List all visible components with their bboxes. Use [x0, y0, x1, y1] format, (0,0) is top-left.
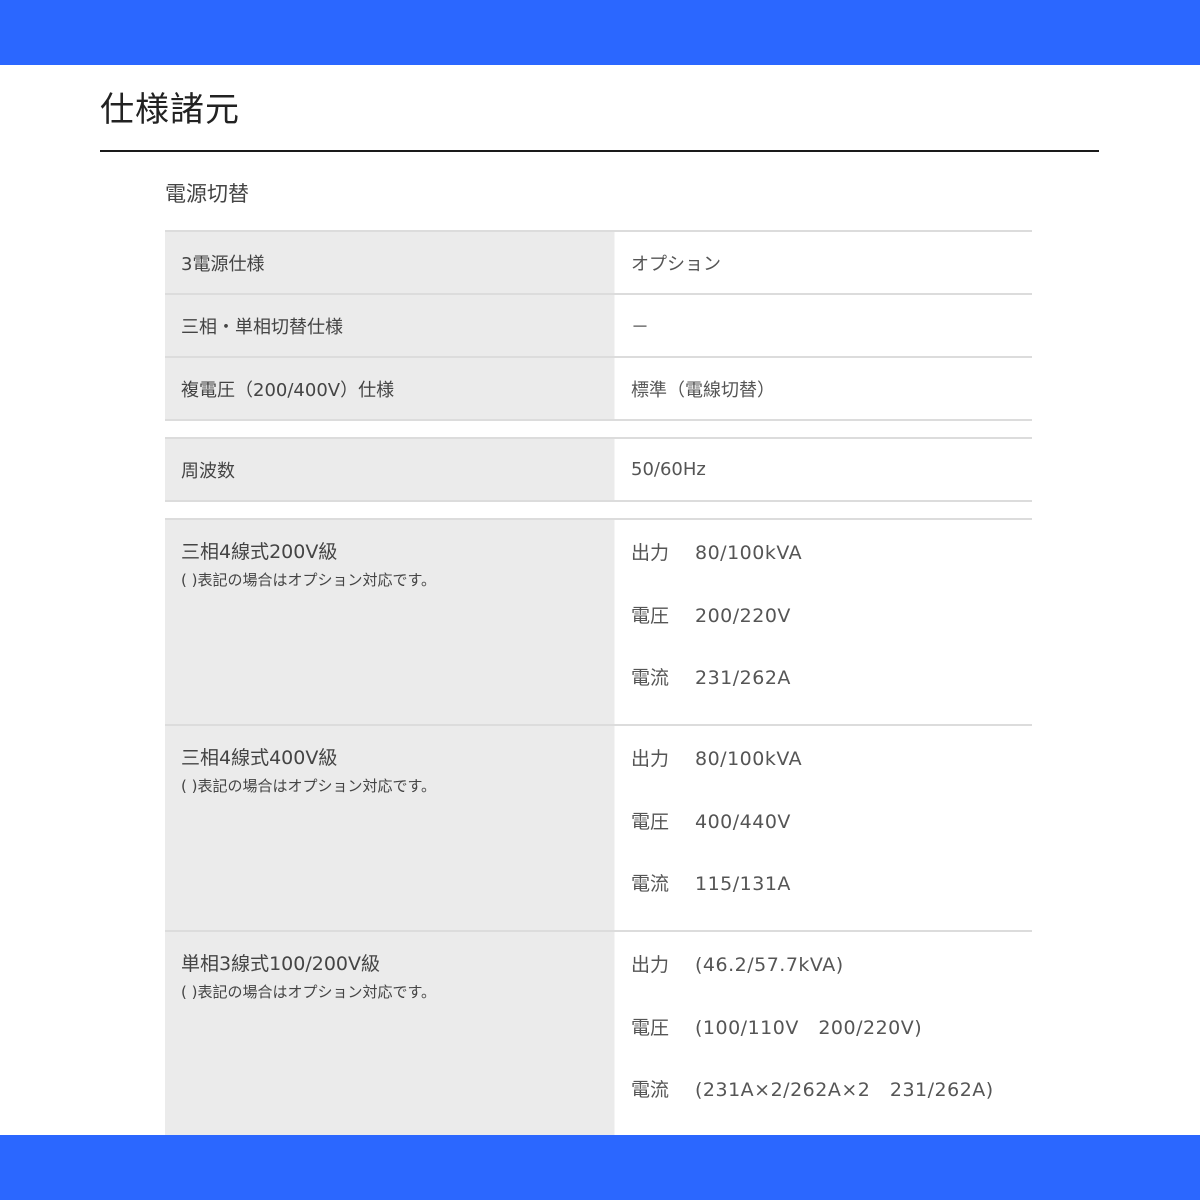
- spec-label-cell: 三相4線式400V級 ( )表記の場合はオプション対応です。: [165, 724, 615, 943]
- output-line: 出力 80/100kVA: [631, 537, 1032, 600]
- title-divider: [100, 150, 1099, 152]
- switching-spec-table: 3電源仕様 オプション 三相・単相切替仕様 － 複電圧（200/400V）仕様 …: [165, 230, 1032, 421]
- spec-label: 周波数: [165, 437, 615, 502]
- table-row: 単相3線式100/200V級 ( )表記の場合はオプション対応です。 出力 (46…: [165, 930, 1032, 1149]
- current-line: 電流 231/262A: [631, 662, 1032, 725]
- line-value: (100/110V 200/220V): [695, 1016, 923, 1039]
- spec-value-cell: 出力 80/100kVA 電圧 400/440V 電流 115/131A: [614, 724, 1032, 943]
- option-note: ( )表記の場合はオプション対応です。: [181, 777, 436, 795]
- line-label: 電流: [631, 667, 670, 689]
- voltage-line: 電圧 400/440V: [631, 806, 1032, 869]
- spec-value: －: [614, 293, 1032, 358]
- line-label: 電流: [631, 873, 670, 895]
- output-line: 出力 80/100kVA: [631, 743, 1032, 806]
- table-row: 三相4線式400V級 ( )表記の場合はオプション対応です。 出力 80/100k…: [165, 724, 1032, 943]
- line-value: 231/262A: [695, 667, 791, 689]
- frequency-table: 周波数 50/60Hz: [165, 437, 1032, 502]
- spec-value-cell: 出力 80/100kVA 電圧 200/220V 電流 231/262A: [614, 518, 1032, 737]
- spec-label-cell: 三相4線式200V級 ( )表記の場合はオプション対応です。: [165, 518, 615, 737]
- line-label: 電圧: [631, 604, 670, 627]
- table-row: 三相4線式200V級 ( )表記の場合はオプション対応です。 出力 80/100k…: [165, 518, 1032, 737]
- option-note: ( )表記の場合はオプション対応です。: [181, 983, 436, 1001]
- spec-label: 3電源仕様: [165, 230, 615, 295]
- line-value: 80/100kVA: [695, 542, 803, 564]
- line-label: 電流: [631, 1079, 670, 1101]
- output-spec-table-200v: 三相4線式200V級 ( )表記の場合はオプション対応です。 出力 80/100k…: [165, 518, 1032, 737]
- line-value: 200/220V: [695, 604, 791, 627]
- line-value: (46.2/57.7kVA): [695, 954, 844, 976]
- output-spec-table-400v: 三相4線式400V級 ( )表記の場合はオプション対応です。 出力 80/100k…: [165, 724, 1032, 943]
- output-spec-table-single-phase: 単相3線式100/200V級 ( )表記の場合はオプション対応です。 出力 (46…: [165, 930, 1032, 1149]
- table-row: 複電圧（200/400V）仕様 標準（電線切替）: [165, 356, 1032, 421]
- line-value: 115/131A: [695, 873, 791, 895]
- current-line: 電流 115/131A: [631, 868, 1032, 931]
- group-title: 単相3線式100/200V級: [181, 953, 381, 975]
- table-row: 周波数 50/60Hz: [165, 437, 1032, 502]
- output-line: 出力 (46.2/57.7kVA): [631, 949, 1032, 1012]
- group-title: 三相4線式200V級: [181, 541, 338, 563]
- line-label: 電圧: [631, 1016, 670, 1039]
- line-label: 出力: [631, 748, 670, 770]
- voltage-line: 電圧 (100/110V 200/220V): [631, 1012, 1032, 1075]
- voltage-line: 電圧 200/220V: [631, 600, 1032, 663]
- spec-value: オプション: [614, 230, 1032, 295]
- spec-label: 三相・単相切替仕様: [165, 293, 615, 358]
- line-label: 出力: [631, 954, 670, 976]
- top-blue-band: [0, 0, 1200, 65]
- spec-label: 複電圧（200/400V）仕様: [165, 356, 615, 421]
- spec-value: 標準（電線切替）: [614, 356, 1032, 421]
- spec-value-cell: 出力 (46.2/57.7kVA) 電圧 (100/110V 200/220V) 電…: [614, 930, 1032, 1149]
- bottom-blue-band: [0, 1135, 1200, 1200]
- line-label: 出力: [631, 542, 670, 564]
- table-row: 三相・単相切替仕様 －: [165, 293, 1032, 358]
- line-label: 電圧: [631, 810, 670, 833]
- section-heading: 電源切替: [165, 182, 249, 206]
- line-value: (231A×2/262A×2 231/262A): [695, 1079, 994, 1101]
- line-value: 80/100kVA: [695, 748, 803, 770]
- spec-value: 50/60Hz: [614, 437, 1032, 502]
- page-title: 仕様諸元: [100, 90, 240, 130]
- current-line: 電流 (231A×2/262A×2 231/262A): [631, 1074, 1032, 1137]
- spec-label-cell: 単相3線式100/200V級 ( )表記の場合はオプション対応です。: [165, 930, 615, 1149]
- option-note: ( )表記の場合はオプション対応です。: [181, 571, 436, 589]
- table-row: 3電源仕様 オプション: [165, 230, 1032, 295]
- group-title: 三相4線式400V級: [181, 747, 338, 769]
- line-value: 400/440V: [695, 810, 791, 833]
